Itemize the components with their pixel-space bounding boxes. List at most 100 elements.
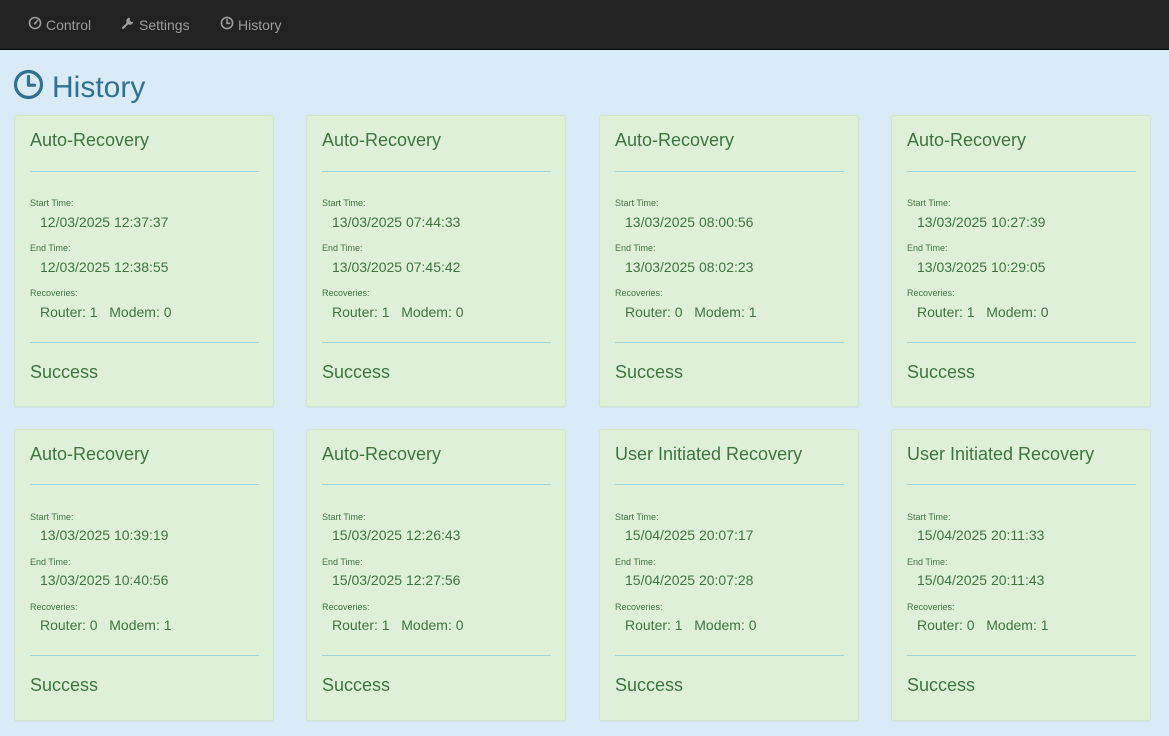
divider [907,484,1136,485]
status-text: Success [907,675,976,695]
end-time-label: End Time: [30,557,71,567]
recoveries-label: Recoveries: [907,288,955,298]
status-text: Success [615,675,684,695]
recovery-type: User Initiated Recovery [907,444,1095,464]
divider [322,342,551,343]
recoveries-value: Router: 0 Modem: 1 [917,617,1049,633]
divider [322,655,551,656]
divider [615,484,844,485]
status-text: Success [322,362,391,382]
recoveries-value: Router: 1 Modem: 0 [40,304,172,320]
start-time-value: 13/03/2025 07:44:33 [332,214,461,230]
recovery-type: User Initiated Recovery [615,444,803,464]
history-card: Auto-Recovery Start Time: 13/03/2025 10:… [14,429,274,721]
status-text: Success [615,362,684,382]
start-time-label: Start Time: [907,512,951,522]
end-time-value: 15/04/2025 20:11:43 [917,572,1045,588]
divider [907,171,1136,172]
history-card: User Initiated Recovery Start Time: 15/0… [599,429,859,721]
recoveries-label: Recoveries: [907,602,955,612]
end-time-label: End Time: [30,243,71,253]
clock-icon [220,16,238,34]
nav-item-settings[interactable]: Settings [121,15,190,35]
end-time-value: 15/04/2025 20:07:28 [625,572,754,588]
recoveries-value: Router: 1 Modem: 0 [625,617,757,633]
start-time-label: Start Time: [615,512,659,522]
divider [907,342,1136,343]
history-card: Auto-Recovery Start Time: 13/03/2025 07:… [306,115,566,407]
recoveries-value: Router: 0 Modem: 1 [625,304,757,320]
start-time-label: Start Time: [30,198,74,208]
start-time-value: 13/03/2025 10:39:19 [40,527,169,543]
nav-item-control[interactable]: Control [28,15,91,35]
dashboard-icon [28,16,46,34]
nav-item-history[interactable]: History [220,15,282,35]
end-time-value: 13/03/2025 07:45:42 [332,259,461,275]
end-time-label: End Time: [907,557,948,567]
recoveries-value: Router: 1 Modem: 0 [332,304,464,320]
history-card: User Initiated Recovery Start Time: 15/0… [891,429,1151,721]
end-time-label: End Time: [615,557,656,567]
end-time-label: End Time: [322,557,363,567]
divider [907,655,1136,656]
end-time-value: 12/03/2025 12:38:55 [40,259,169,275]
end-time-label: End Time: [615,243,656,253]
divider [30,655,259,656]
nav-item-label: Control [46,17,92,33]
recovery-type: Auto-Recovery [30,130,150,150]
nav-item-label: History [238,17,282,33]
top-navbar: Control Settings History [0,0,1169,50]
start-time-value: 13/03/2025 10:27:39 [917,214,1046,230]
recoveries-value: Router: 1 Modem: 0 [917,304,1049,320]
nav-item-label: Settings [139,17,190,33]
divider [322,171,551,172]
end-time-value: 15/03/2025 12:27:56 [332,572,461,588]
history-card: Auto-Recovery Start Time: 12/03/2025 12:… [14,115,274,407]
start-time-label: Start Time: [322,198,366,208]
history-card: Auto-Recovery Start Time: 13/03/2025 10:… [891,115,1151,407]
history-card: Auto-Recovery Start Time: 15/03/2025 12:… [306,429,566,721]
end-time-value: 13/03/2025 08:02:23 [625,259,754,275]
start-time-value: 12/03/2025 12:37:37 [40,214,169,230]
history-card: Auto-Recovery Start Time: 13/03/2025 08:… [599,115,859,407]
end-time-value: 13/03/2025 10:29:05 [917,259,1046,275]
end-time-value: 13/03/2025 10:40:56 [40,572,169,588]
status-text: Success [30,675,99,695]
recoveries-label: Recoveries: [30,288,78,298]
start-time-label: Start Time: [30,512,74,522]
divider [322,484,551,485]
divider [615,171,844,172]
start-time-value: 13/03/2025 08:00:56 [625,214,754,230]
recovery-type: Auto-Recovery [615,130,735,150]
recoveries-label: Recoveries: [322,602,370,612]
recoveries-label: Recoveries: [322,288,370,298]
start-time-value: 15/04/2025 20:07:17 [625,527,754,543]
divider [615,342,844,343]
recoveries-label: Recoveries: [30,602,78,612]
divider [30,484,259,485]
status-text: Success [322,675,391,695]
status-text: Success [30,362,99,382]
recovery-type: Auto-Recovery [907,130,1027,150]
divider [30,342,259,343]
start-time-label: Start Time: [907,198,951,208]
page-title: History [13,68,145,108]
end-time-label: End Time: [322,243,363,253]
recoveries-label: Recoveries: [615,602,663,612]
recoveries-value: Router: 1 Modem: 0 [332,617,464,633]
start-time-label: Start Time: [615,198,659,208]
divider [615,655,844,656]
status-text: Success [907,362,976,382]
recovery-type: Auto-Recovery [322,130,442,150]
recoveries-value: Router: 0 Modem: 1 [40,617,172,633]
recovery-type: Auto-Recovery [30,444,150,464]
start-time-value: 15/04/2025 20:11:33 [917,527,1045,543]
clock-icon [13,69,52,108]
recoveries-label: Recoveries: [615,288,663,298]
wrench-icon [121,16,139,34]
recovery-type: Auto-Recovery [322,444,442,464]
divider [30,171,259,172]
start-time-label: Start Time: [322,512,366,522]
start-time-value: 15/03/2025 12:26:43 [332,527,461,543]
end-time-label: End Time: [907,243,948,253]
